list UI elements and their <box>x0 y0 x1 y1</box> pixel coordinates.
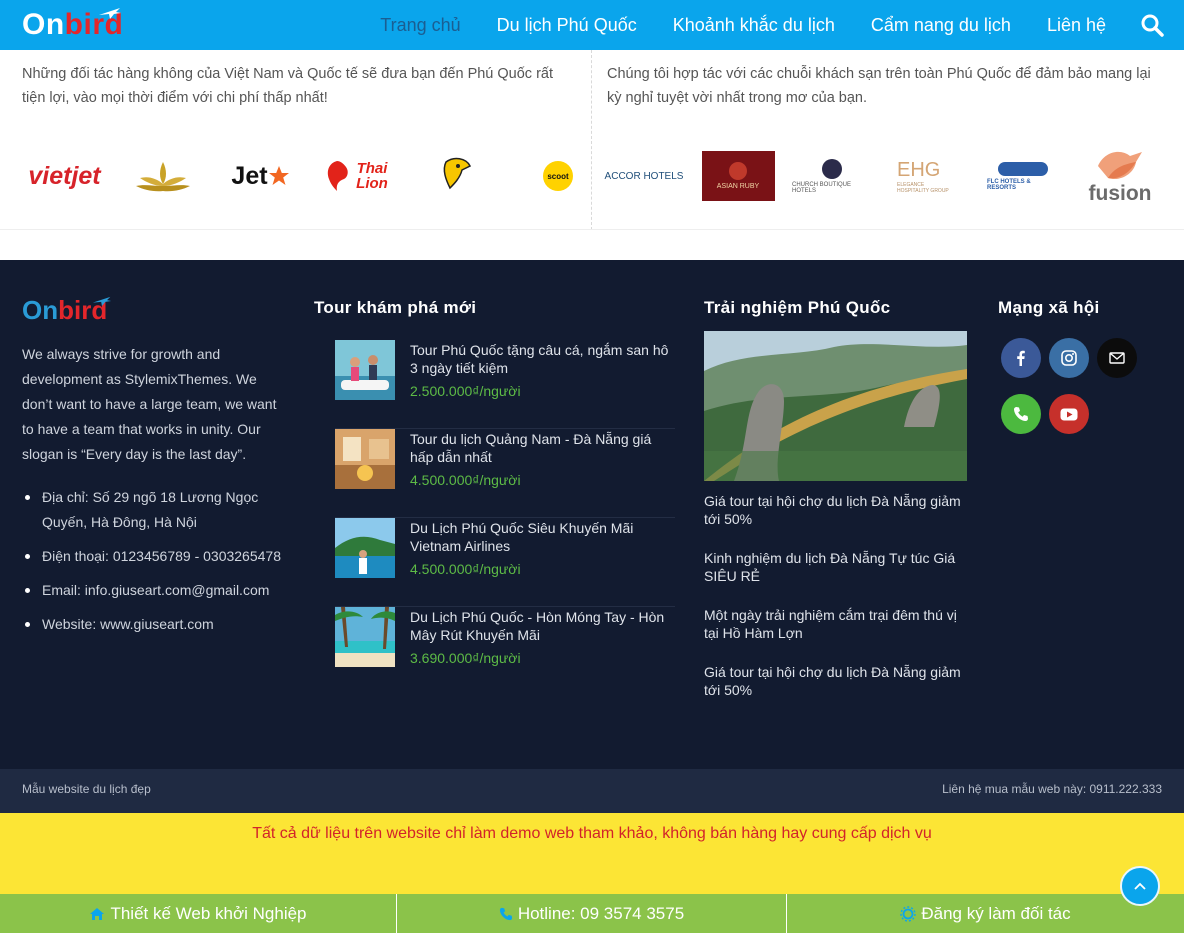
nav-moments[interactable]: Khoảnh khắc du lịch <box>673 15 835 36</box>
fusion-logo[interactable]: fusion <box>1080 146 1160 206</box>
demo-notice-text: Tất cả dữ liệu trên website chỉ làm demo… <box>252 825 932 842</box>
jetstar-logo[interactable]: Jet <box>218 146 303 206</box>
copyright-text: Mẫu website du lịch đẹp <box>22 782 151 796</box>
tour-thumbnail[interactable] <box>335 340 395 400</box>
demo-notice: Tất cả dữ liệu trên website chỉ làm demo… <box>0 813 1184 894</box>
vietjet-logo[interactable]: vietjet <box>22 146 107 206</box>
experience-link[interactable]: Giá tour tại hội chợ du lịch Đà Nẵng giả… <box>704 492 969 528</box>
airlines-description: Những đối tác hàng không của Việt Nam và… <box>22 66 554 106</box>
partners-section: Những đối tác hàng không của Việt Nam và… <box>0 50 1184 230</box>
hotel-partners: Chúng tôi hợp tác với các chuỗi khách sạ… <box>592 50 1184 230</box>
home-icon <box>90 907 105 920</box>
nav-phu-quoc[interactable]: Du lịch Phú Quốc <box>497 15 637 36</box>
nok-air-logo[interactable] <box>432 146 482 206</box>
tour-list: Tour Phú Quốc tặng câu cá, ngắm san hô 3… <box>335 340 675 696</box>
experience-link[interactable]: Một ngày trải nghiệm cắm trại đêm thú vị… <box>704 606 969 642</box>
vietnam-airlines-logo[interactable] <box>128 146 198 206</box>
footer-contact-list: Địa chỉ: Số 29 ngõ 18 Lương Ngọc Quyến, … <box>22 485 292 646</box>
section-divider <box>0 229 1184 230</box>
main-nav: Trang chủ Du lịch Phú Quốc Khoảnh khắc d… <box>380 0 1106 50</box>
tour-price: 4.500.000₫/người <box>410 472 521 488</box>
tour-item[interactable]: Tour du lịch Quảng Nam - Đà Nẵng giá hấp… <box>335 429 675 518</box>
tour-title[interactable]: Du Lịch Phú Quốc - Hòn Móng Tay - Hòn Mâ… <box>410 608 675 644</box>
ehg-logo[interactable]: EHG ELEGANCE HOSPITALITY GROUP <box>897 146 957 206</box>
flc-logo[interactable]: FLC HOTELS & RESORTS <box>987 146 1059 206</box>
back-to-top-button[interactable] <box>1120 866 1160 906</box>
experience-heading: Trải nghiệm Phú Quốc <box>704 298 891 317</box>
contact-address: Địa chỉ: Số 29 ngõ 18 Lương Ngọc Quyến, … <box>22 485 292 535</box>
phone-icon <box>1014 407 1028 421</box>
tour-thumbnail[interactable] <box>335 429 395 489</box>
hotel-logo-row: ACCOR HOTELS ASIAN RUBY CHURCH BOUTIQUE … <box>592 146 1184 206</box>
tour-title[interactable]: Du Lịch Phú Quốc Siêu Khuyến Mãi Vietnam… <box>410 519 675 555</box>
purchase-contact: Liên hệ mua mẫu web này: 0911.222.333 <box>942 782 1162 796</box>
sun-icon <box>900 905 917 922</box>
nav-home[interactable]: Trang chủ <box>380 15 460 36</box>
instagram-icon <box>1061 350 1077 366</box>
hotels-description: Chúng tôi hợp tác với các chuỗi khách sạ… <box>607 66 1151 106</box>
facebook-button[interactable] <box>1001 338 1041 378</box>
phone-icon <box>499 907 512 920</box>
phone-button[interactable] <box>1001 394 1041 434</box>
experience-link[interactable]: Kinh nghiệm du lịch Đà Nẵng Tự túc Giá S… <box>704 549 969 585</box>
tour-price: 3.690.000₫/người <box>410 650 521 666</box>
asian-ruby-logo[interactable]: ASIAN RUBY <box>701 146 775 206</box>
cta-web-design-label: Thiết kế Web khởi Nghiệp <box>110 903 307 923</box>
contact-phone: Điện thoại: 0123456789 - 0303265478 <box>22 544 292 569</box>
logo-text-on: On <box>22 8 65 41</box>
cta-partner[interactable]: Đăng ký làm đối tác <box>787 894 1184 933</box>
email-button[interactable] <box>1097 338 1137 378</box>
airline-logo-row: vietjet Jet Thai Lion scoot <box>0 146 592 206</box>
tour-item[interactable]: Tour Phú Quốc tặng câu cá, ngắm san hô 3… <box>335 340 675 429</box>
tour-title[interactable]: Tour du lịch Quảng Nam - Đà Nẵng giá hấp… <box>410 430 675 466</box>
social-heading: Mạng xã hội <box>998 298 1100 317</box>
airline-partners: Những đối tác hàng không của Việt Nam và… <box>0 50 592 230</box>
email-icon <box>1109 352 1125 364</box>
cta-hotline[interactable]: Hotline: 09 3574 3575 <box>397 894 787 933</box>
tour-thumbnail[interactable] <box>335 518 395 578</box>
tour-price: 2.500.000₫/người <box>410 383 521 399</box>
tour-item[interactable]: Du Lịch Phú Quốc Siêu Khuyến Mãi Vietnam… <box>335 518 675 607</box>
tour-price: 4.500.000₫/người <box>410 561 521 577</box>
contact-website: Website: www.giuseart.com <box>22 612 292 637</box>
nav-guide[interactable]: Cẩm nang du lịch <box>871 15 1011 36</box>
golden-bridge-image[interactable] <box>704 331 967 481</box>
church-boutique-logo[interactable]: CHURCH BOUTIQUE HOTELS <box>792 146 872 206</box>
instagram-button[interactable] <box>1049 338 1089 378</box>
cta-hotline-label: Hotline: 09 3574 3575 <box>517 903 685 923</box>
tour-item[interactable]: Du Lịch Phú Quốc - Hòn Móng Tay - Hòn Mâ… <box>335 607 675 696</box>
experience-list: Giá tour tại hội chợ du lịch Đà Nẵng giả… <box>704 492 969 720</box>
nav-contact[interactable]: Liên hệ <box>1047 15 1106 36</box>
scoot-logo[interactable]: scoot <box>540 146 576 206</box>
facebook-icon <box>1017 350 1025 366</box>
cta-bar: Thiết kế Web khởi Nghiệp Hotline: 09 357… <box>0 894 1184 933</box>
plane-icon <box>92 296 112 306</box>
accor-hotels-logo[interactable]: ACCOR HOTELS <box>604 146 684 206</box>
footer-description: We always strive for growth and developm… <box>22 346 277 462</box>
thai-lion-logo[interactable]: Thai Lion <box>318 146 400 206</box>
chevron-up-icon <box>1134 882 1146 890</box>
site-footer: Onbird We always strive for growth and d… <box>0 260 1184 769</box>
contact-email: Email: info.giuseart.com@gmail.com <box>22 578 292 603</box>
tour-title[interactable]: Tour Phú Quốc tặng câu cá, ngắm san hô 3… <box>410 341 675 377</box>
cta-web-design[interactable]: Thiết kế Web khởi Nghiệp <box>0 894 397 933</box>
site-header: Onbird Trang chủ Du lịch Phú Quốc Khoảnh… <box>0 0 1184 50</box>
tour-thumbnail[interactable] <box>335 607 395 667</box>
experience-link[interactable]: Giá tour tại hội chợ du lịch Đà Nẵng giả… <box>704 663 969 699</box>
youtube-icon <box>1060 408 1078 420</box>
copyright-bar: Mẫu website du lịch đẹp Liên hệ mua mẫu … <box>0 769 1184 813</box>
search-icon[interactable] <box>1140 13 1164 37</box>
youtube-button[interactable] <box>1049 394 1089 434</box>
cta-partner-label: Đăng ký làm đối tác <box>921 903 1071 923</box>
tours-heading: Tour khám phá mới <box>314 298 477 317</box>
plane-icon <box>99 8 121 19</box>
